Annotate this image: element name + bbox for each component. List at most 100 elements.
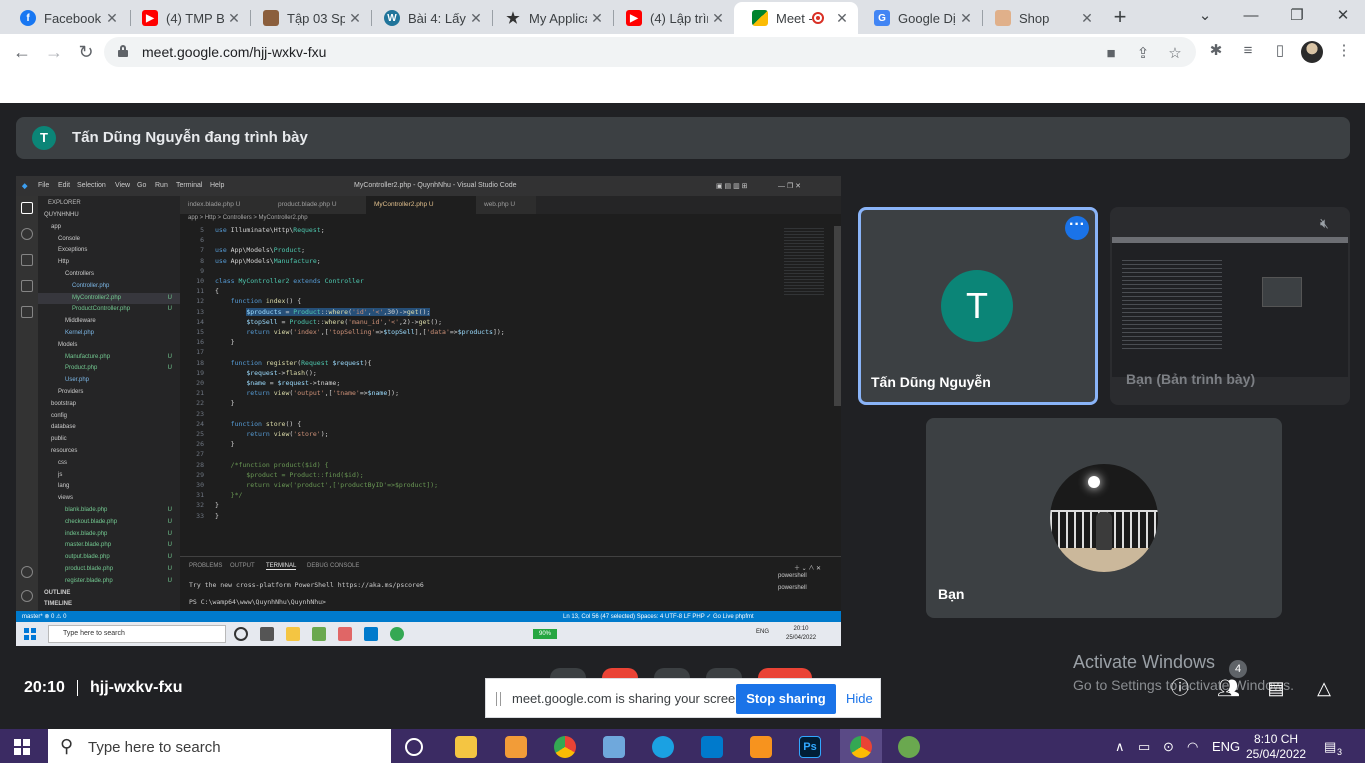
participant-tile-you[interactable]: Bạn bbox=[926, 418, 1282, 618]
explorer-item-label: Kernel.php bbox=[65, 330, 95, 336]
git-status-badge: U bbox=[167, 365, 172, 372]
tab-shop[interactable]: Shop ✕ bbox=[977, 2, 1103, 34]
vscode-icon[interactable] bbox=[701, 736, 723, 758]
windows-start-icon[interactable] bbox=[14, 739, 30, 755]
line-number: 9 bbox=[200, 266, 204, 275]
line-number: 17 bbox=[196, 348, 204, 357]
explorer-item-label: Exceptions bbox=[58, 247, 88, 254]
tab-facebook[interactable]: f Facebook ✕ bbox=[2, 2, 128, 34]
profile-avatar[interactable] bbox=[1301, 41, 1323, 63]
line-number: 14 bbox=[196, 317, 204, 326]
info-icon[interactable]: ⓘ bbox=[1169, 677, 1191, 699]
tab-wordpress[interactable]: W Bài 4: Lấy d ✕ bbox=[366, 2, 492, 34]
cortana-icon[interactable] bbox=[405, 738, 423, 756]
media-control-icon[interactable]: ≡ bbox=[1237, 40, 1259, 62]
close-icon[interactable]: ✕ bbox=[102, 10, 122, 27]
close-icon[interactable]: ✕ bbox=[345, 10, 365, 27]
tab-search-button[interactable]: ⌄ bbox=[1182, 0, 1228, 34]
close-icon[interactable]: ✕ bbox=[224, 10, 244, 27]
stop-sharing-button[interactable]: Stop sharing bbox=[736, 684, 836, 714]
new-tab-button[interactable]: + bbox=[1108, 4, 1132, 30]
status-left: master* ⊗ 0 ⚠ 0 bbox=[22, 614, 67, 620]
sublime-icon[interactable] bbox=[750, 736, 772, 758]
camera-button[interactable] bbox=[602, 668, 638, 678]
tab-google-dich[interactable]: G Google Dịch ✕ bbox=[856, 2, 982, 34]
tab-title: Tập 03 Spy bbox=[287, 10, 345, 26]
code-line: use Illuminate\Http\Request; bbox=[215, 226, 325, 234]
chat-icon[interactable]: ▤ bbox=[1265, 677, 1287, 699]
language-indicator[interactable]: ENG bbox=[1212, 739, 1240, 754]
taskbar-clock[interactable]: 8:10 CH 25/04/2022 bbox=[1246, 732, 1306, 762]
taskbar-search-box[interactable]: ⚲ Type here to search bbox=[48, 729, 391, 763]
tab-my-application[interactable]: ★ My Applicati ✕ bbox=[487, 2, 613, 34]
close-icon[interactable]: ✕ bbox=[832, 10, 852, 27]
search-placeholder: Type here to search bbox=[88, 739, 221, 756]
drag-handle-icon[interactable] bbox=[496, 692, 501, 706]
foxit-icon[interactable] bbox=[505, 736, 527, 758]
restore-button[interactable]: ❐ bbox=[1274, 0, 1320, 34]
battery-icon[interactable]: ▭ bbox=[1138, 739, 1150, 755]
extensions-icon[interactable]: ✱ bbox=[1205, 40, 1227, 62]
close-icon[interactable]: ✕ bbox=[708, 10, 728, 27]
side-panel-icon[interactable]: ▯ bbox=[1269, 40, 1291, 62]
participant-avatar: T bbox=[941, 270, 1013, 342]
line-number: 28 bbox=[196, 460, 204, 469]
chrome-icon[interactable] bbox=[850, 736, 872, 758]
camera-icon[interactable]: ■ bbox=[1100, 43, 1122, 65]
explorer-item: register.blade.php U bbox=[38, 576, 180, 587]
star-app-icon: ★ bbox=[506, 10, 520, 27]
forward-button[interactable]: → bbox=[42, 40, 66, 64]
close-icon[interactable]: ✕ bbox=[1077, 10, 1097, 27]
bookmark-star-icon[interactable]: ☆ bbox=[1164, 43, 1186, 65]
explorer-item-label: public bbox=[51, 436, 67, 443]
tab-spy[interactable]: Tập 03 Spy ✕ bbox=[245, 2, 371, 34]
more-options-icon[interactable]: ··· bbox=[1065, 216, 1089, 240]
wifi-icon[interactable]: ◠ bbox=[1187, 739, 1198, 755]
search-icon bbox=[21, 228, 33, 240]
lock-icon[interactable] bbox=[118, 45, 128, 57]
close-icon[interactable]: ✕ bbox=[956, 10, 976, 27]
tab-lap-trinh[interactable]: ▶ (4) Lập trình ✕ bbox=[608, 2, 734, 34]
panel-tab: DEBUG CONSOLE bbox=[307, 563, 360, 569]
hide-button[interactable]: Hide bbox=[846, 691, 873, 706]
presentation-tile[interactable]: 🔇︎ Bạn (Bản trình bày) bbox=[1110, 207, 1350, 405]
menu-item: View bbox=[115, 182, 131, 189]
activities-icon[interactable]: △ bbox=[1313, 677, 1335, 699]
people-icon[interactable]: 👥︎ bbox=[1217, 677, 1240, 699]
line-number: 6 bbox=[200, 236, 204, 245]
tab-tmp[interactable]: ▶ (4) TMP Bình ✕ bbox=[124, 2, 250, 34]
minimize-button[interactable]: — bbox=[1228, 0, 1274, 34]
present-button[interactable] bbox=[706, 668, 742, 678]
notification-icon[interactable]: ▤ bbox=[1324, 739, 1336, 755]
captions-button[interactable] bbox=[654, 668, 690, 678]
code-line: function register(Request $request){ bbox=[230, 358, 372, 367]
show-hidden-icons-icon[interactable]: ∧ bbox=[1115, 739, 1125, 755]
app-icon[interactable] bbox=[898, 736, 920, 758]
url-text[interactable]: meet.google.com/hjj-wxkv-fxu bbox=[142, 44, 326, 60]
chrome-icon[interactable] bbox=[554, 736, 576, 758]
line-number: 33 bbox=[196, 511, 204, 520]
back-button[interactable]: ← bbox=[10, 40, 34, 64]
share-message: meet.google.com is sharing your screen. bbox=[512, 691, 747, 706]
edge-icon[interactable] bbox=[652, 736, 674, 758]
taskview-icon bbox=[260, 627, 274, 641]
participant-tile-self[interactable]: ··· T Tấn Dũng Nguyễn bbox=[858, 207, 1098, 405]
leave-call-button[interactable] bbox=[758, 668, 812, 678]
menu-kebab-icon[interactable]: ⋮ bbox=[1333, 40, 1355, 62]
line-number: 7 bbox=[200, 246, 204, 255]
explorer-item-label: app bbox=[51, 223, 62, 230]
tab-meet[interactable]: Meet - ✕ bbox=[734, 2, 858, 34]
app-cube-icon[interactable] bbox=[603, 736, 625, 758]
close-window-button[interactable]: ✕ bbox=[1320, 0, 1365, 34]
line-number: 11 bbox=[196, 287, 204, 296]
network-icon[interactable]: ⊙ bbox=[1163, 739, 1174, 755]
mic-button[interactable] bbox=[550, 668, 586, 678]
close-icon[interactable]: ✕ bbox=[466, 10, 486, 27]
reload-button[interactable]: ↻ bbox=[74, 40, 98, 64]
file-explorer-icon[interactable] bbox=[455, 736, 477, 758]
close-icon[interactable]: ✕ bbox=[587, 10, 607, 27]
address-bar[interactable]: meet.google.com/hjj-wxkv-fxu ■ ⇪ ☆ bbox=[104, 37, 1196, 67]
share-icon[interactable]: ⇪ bbox=[1132, 43, 1154, 65]
photoshop-icon[interactable]: Ps bbox=[799, 736, 821, 758]
cortana-icon bbox=[234, 627, 248, 641]
